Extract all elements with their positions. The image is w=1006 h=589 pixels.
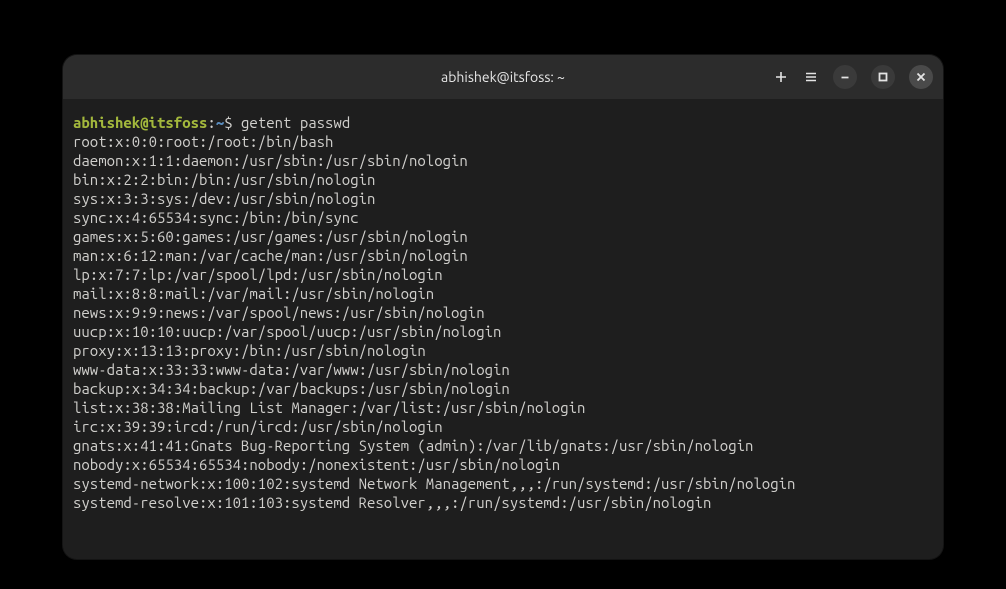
output-line: games:x:5:60:games:/usr/games:/usr/sbin/… [73, 227, 933, 246]
prompt-line: abhishek@itsfoss:~$ getent passwd [73, 113, 933, 132]
maximize-icon [878, 72, 888, 82]
output-line: gnats:x:41:41:Gnats Bug-Reporting System… [73, 436, 933, 455]
output-line: root:x:0:0:root:/root:/bin/bash [73, 132, 933, 151]
terminal-body[interactable]: abhishek@itsfoss:~$ getent passwd root:x… [63, 99, 943, 559]
maximize-button[interactable] [871, 65, 895, 89]
output-line: daemon:x:1:1:daemon:/usr/sbin:/usr/sbin/… [73, 151, 933, 170]
output-line: systemd-resolve:x:101:103:systemd Resolv… [73, 493, 933, 512]
prompt-path: ~ [216, 114, 224, 131]
output-line: systemd-network:x:100:102:systemd Networ… [73, 474, 933, 493]
output-line: sync:x:4:65534:sync:/bin:/bin/sync [73, 208, 933, 227]
output-line: sys:x:3:3:sys:/dev:/usr/sbin/nologin [73, 189, 933, 208]
output-line: mail:x:8:8:mail:/var/mail:/usr/sbin/nolo… [73, 284, 933, 303]
prompt-symbol: $ [224, 114, 232, 131]
output-line: irc:x:39:39:ircd:/run/ircd:/usr/sbin/nol… [73, 417, 933, 436]
output-line: lp:x:7:7:lp:/var/spool/lpd:/usr/sbin/nol… [73, 265, 933, 284]
prompt-colon: : [207, 114, 215, 131]
output-line: man:x:6:12:man:/var/cache/man:/usr/sbin/… [73, 246, 933, 265]
new-tab-button[interactable] [773, 69, 789, 85]
minimize-button[interactable] [833, 65, 857, 89]
hamburger-icon [804, 70, 818, 84]
close-icon [916, 72, 926, 82]
output-line: bin:x:2:2:bin:/bin:/usr/sbin/nologin [73, 170, 933, 189]
output-line: uucp:x:10:10:uucp:/var/spool/uucp:/usr/s… [73, 322, 933, 341]
output-line: proxy:x:13:13:proxy:/bin:/usr/sbin/nolog… [73, 341, 933, 360]
output-line: backup:x:34:34:backup:/var/backups:/usr/… [73, 379, 933, 398]
minimize-icon [840, 72, 850, 82]
terminal-window: abhishek@itsfoss: ~ abhishek@itsfoss:~$ … [63, 55, 943, 559]
output-line: list:x:38:38:Mailing List Manager:/var/l… [73, 398, 933, 417]
titlebar: abhishek@itsfoss: ~ [63, 55, 943, 99]
output-line: news:x:9:9:news:/var/spool/news:/usr/sbi… [73, 303, 933, 322]
output-line: www-data:x:33:33:www-data:/var/www:/usr/… [73, 360, 933, 379]
output-line: nobody:x:65534:65534:nobody:/nonexistent… [73, 455, 933, 474]
command-text: getent passwd [233, 114, 351, 131]
plus-icon [774, 70, 788, 84]
menu-button[interactable] [803, 69, 819, 85]
close-button[interactable] [909, 65, 933, 89]
prompt-user-host: abhishek@itsfoss [73, 114, 207, 131]
output-container: root:x:0:0:root:/root:/bin/bashdaemon:x:… [73, 132, 933, 512]
